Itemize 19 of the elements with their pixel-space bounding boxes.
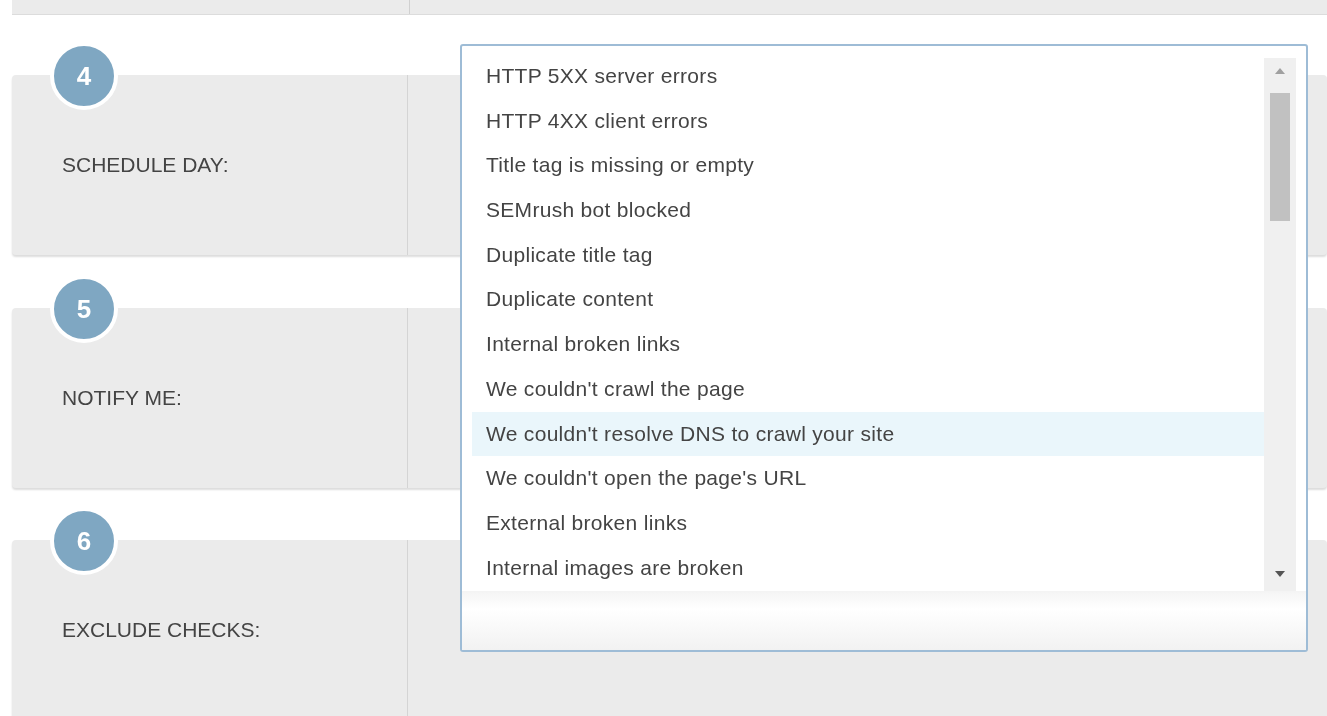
dropdown-option[interactable]: Title tag is missing or empty — [472, 143, 1264, 189]
field-label: EXCLUDE CHECKS: — [62, 618, 261, 641]
field-label: SCHEDULE DAY: — [62, 153, 229, 176]
dropdown-option[interactable]: SEMrush bot blocked — [472, 188, 1264, 233]
dropdown-option[interactable]: Duplicate title tag — [472, 232, 1264, 278]
dropdown-option[interactable]: Duplicate content — [472, 277, 1264, 323]
field-label: NOTIFY ME: — [62, 386, 182, 409]
dropdown-option[interactable]: Internal broken links — [472, 322, 1264, 367]
dropdown-option[interactable]: HTTP 5XX server errors — [472, 54, 1264, 99]
checks-dropdown[interactable] — [460, 44, 1308, 652]
dropdown-option[interactable]: We couldn't crawl the page — [472, 366, 1264, 412]
scrollbar-thumb[interactable] — [1270, 93, 1290, 221]
dropdown-option[interactable]: HTTP 4XX client errors — [472, 98, 1264, 144]
dropdown-option[interactable]: Internal images are broken — [472, 545, 1264, 591]
dropdown-option[interactable]: External broken links — [472, 500, 1264, 546]
scroll-down-icon[interactable] — [1275, 571, 1285, 577]
scrollbar[interactable] — [1264, 58, 1296, 591]
dropdown-option[interactable]: We couldn't resolve DNS to crawl your site — [472, 411, 1264, 457]
dropdown-option[interactable]: We couldn't open the page's URL — [472, 456, 1264, 501]
